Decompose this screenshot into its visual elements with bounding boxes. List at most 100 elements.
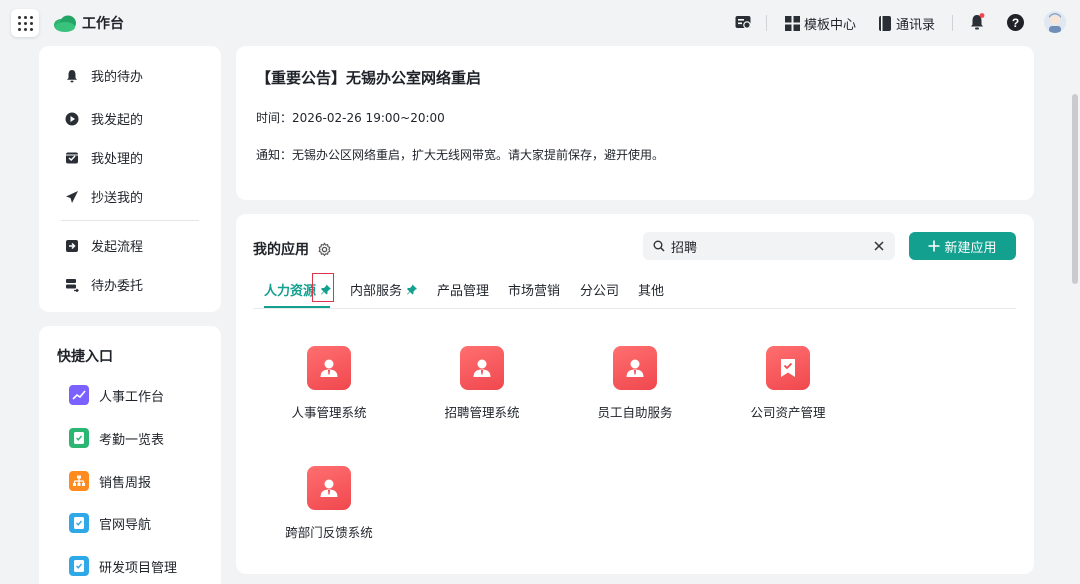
org-icon <box>69 471 89 491</box>
settings-card-icon[interactable] <box>734 13 752 31</box>
app-tile-label: 跨部门反馈系统 <box>285 525 373 540</box>
person-icon <box>307 346 351 390</box>
nav-item-label: 抄送我的 <box>91 191 144 206</box>
app-title: 工作台 <box>82 16 124 32</box>
send-icon <box>66 190 78 203</box>
announcement-body: 通知：无锡办公区网络重启，扩大无线网带宽。请大家提前保存，避开使用。 <box>256 148 665 162</box>
quick-item-label: 人事工作台 <box>99 389 165 405</box>
gear-icon[interactable] <box>317 241 332 257</box>
app-tile-label: 员工自助服务 <box>597 405 673 420</box>
top-divider <box>952 15 953 31</box>
new-app-button[interactable]: 新建应用 <box>909 232 1016 260</box>
delegate-icon <box>66 278 79 292</box>
tab-label: 市场营销 <box>508 284 561 299</box>
bell-icon <box>67 69 77 82</box>
quick-item-sales-weekly[interactable]: 销售周报 <box>69 471 151 491</box>
inbox-check-icon <box>66 152 78 163</box>
announcement-title[interactable]: 【重要公告】无锡办公室网络重启 <box>256 67 481 88</box>
app-tile-recruitment[interactable]: 招聘管理系统 <box>417 346 547 421</box>
avatar[interactable] <box>1044 11 1066 33</box>
tab-label: 内部服务 <box>350 284 403 299</box>
tab-internal-services[interactable]: 内部服务 <box>350 280 418 299</box>
my-apps-title: 我的应用 <box>253 242 309 258</box>
app-tile-label: 招聘管理系统 <box>444 405 520 420</box>
tab-marketing[interactable]: 市场营销 <box>508 280 560 299</box>
quick-item-hr-workbench[interactable]: 人事工作台 <box>69 385 164 405</box>
app-tile-employee-self-service[interactable]: 员工自助服务 <box>570 346 700 421</box>
doc-check-icon <box>69 428 89 448</box>
template-center-label: 模板中心 <box>804 18 857 33</box>
quick-item-label: 官网导航 <box>99 517 152 533</box>
app-tile-hr-management[interactable]: 人事管理系统 <box>264 346 394 421</box>
my-apps-card: 我的应用 招聘 新建应用 人力资源 内部服务 产品管理 市场营销 分公司 其他 … <box>236 214 1034 574</box>
contacts-label: 通讯录 <box>896 18 936 33</box>
nav-item-label: 我处理的 <box>91 152 144 167</box>
tab-label: 产品管理 <box>437 284 490 299</box>
quick-entry-card: 快捷入口 人事工作台 考勤一览表 销售周报 官网导航 研发项目管理 <box>39 326 221 584</box>
nav-item-delegate[interactable]: 待办委托 <box>65 275 143 294</box>
flow-start-icon <box>66 239 78 252</box>
nav-item-start-flow[interactable]: 发起流程 <box>65 236 143 255</box>
nav-item-cc[interactable]: 抄送我的 <box>65 187 143 206</box>
app-launcher-button[interactable] <box>11 9 39 37</box>
quick-item-label: 研发项目管理 <box>99 560 178 576</box>
clear-search-icon[interactable] <box>873 240 885 252</box>
app-tile-feedback[interactable]: 跨部门反馈系统 <box>264 466 394 541</box>
person-icon <box>613 346 657 390</box>
notification-bell-icon[interactable] <box>968 13 986 31</box>
app-tile-label: 公司资产管理 <box>750 405 826 420</box>
my-apps-header: 我的应用 <box>253 239 332 259</box>
nav-item-label: 我的待办 <box>91 70 144 85</box>
play-circle-icon <box>65 112 79 125</box>
search-icon <box>653 240 665 252</box>
quick-item-attendance[interactable]: 考勤一览表 <box>69 428 164 448</box>
app-tile-label: 人事管理系统 <box>291 405 367 420</box>
search-input[interactable]: 招聘 <box>671 237 873 256</box>
tabs-divider <box>253 308 1016 309</box>
app-search-box[interactable]: 招聘 <box>643 232 895 260</box>
pin-icon[interactable] <box>406 284 418 296</box>
quick-item-label: 销售周报 <box>99 475 152 491</box>
top-bar: 工作台 模板中心 通讯录 ? <box>0 0 1080 46</box>
plus-icon <box>928 240 940 252</box>
person-icon <box>460 346 504 390</box>
user-avatar-icon <box>1044 11 1066 33</box>
nav-divider <box>61 220 199 221</box>
address-book-icon <box>879 16 891 31</box>
quick-entry-title: 快捷入口 <box>57 349 113 365</box>
doc-check-icon <box>69 513 89 533</box>
nav-item-initiated[interactable]: 我发起的 <box>65 109 143 128</box>
announcement-card: 【重要公告】无锡办公室网络重启 时间：2026-02-26 19:00~20:0… <box>236 46 1034 200</box>
nav-item-label: 待办委托 <box>91 279 144 294</box>
nav-item-label: 发起流程 <box>91 240 144 255</box>
template-center-link[interactable]: 模板中心 <box>785 14 856 33</box>
badge-check-icon <box>766 346 810 390</box>
chart-icon <box>69 385 89 405</box>
nav-item-label: 我发起的 <box>91 113 144 128</box>
tab-other[interactable]: 其他 <box>638 280 664 299</box>
tab-label: 分公司 <box>580 284 620 299</box>
new-app-label: 新建应用 <box>944 240 997 256</box>
announcement-time: 时间：2026-02-26 19:00~20:00 <box>256 111 445 125</box>
contacts-link[interactable]: 通讯录 <box>878 14 935 33</box>
tab-product-management[interactable]: 产品管理 <box>437 280 489 299</box>
nav-item-handled[interactable]: 我处理的 <box>65 148 143 167</box>
template-grid-icon <box>785 16 800 31</box>
quick-item-site-nav[interactable]: 官网导航 <box>69 513 151 533</box>
help-icon[interactable]: ? <box>1007 14 1024 31</box>
tab-label: 人力资源 <box>264 284 317 299</box>
quick-item-rd-projects[interactable]: 研发项目管理 <box>69 556 177 576</box>
person-icon <box>307 466 351 510</box>
app-tile-asset-management[interactable]: 公司资产管理 <box>723 346 853 421</box>
top-divider <box>766 15 767 31</box>
quick-item-label: 考勤一览表 <box>99 432 165 448</box>
grid-icon <box>17 15 33 31</box>
tab-branches[interactable]: 分公司 <box>580 280 619 299</box>
pin-highlight-box <box>312 273 334 302</box>
workflow-nav-card: 我的待办 我发起的 我处理的 抄送我的 发起流程 待办委托 <box>39 46 221 312</box>
page-scrollbar[interactable] <box>1072 94 1078 284</box>
cloud-logo-icon <box>54 15 76 32</box>
nav-item-my-todo[interactable]: 我的待办 <box>65 66 143 85</box>
doc-check-icon <box>69 556 89 576</box>
tab-label: 其他 <box>638 284 665 299</box>
